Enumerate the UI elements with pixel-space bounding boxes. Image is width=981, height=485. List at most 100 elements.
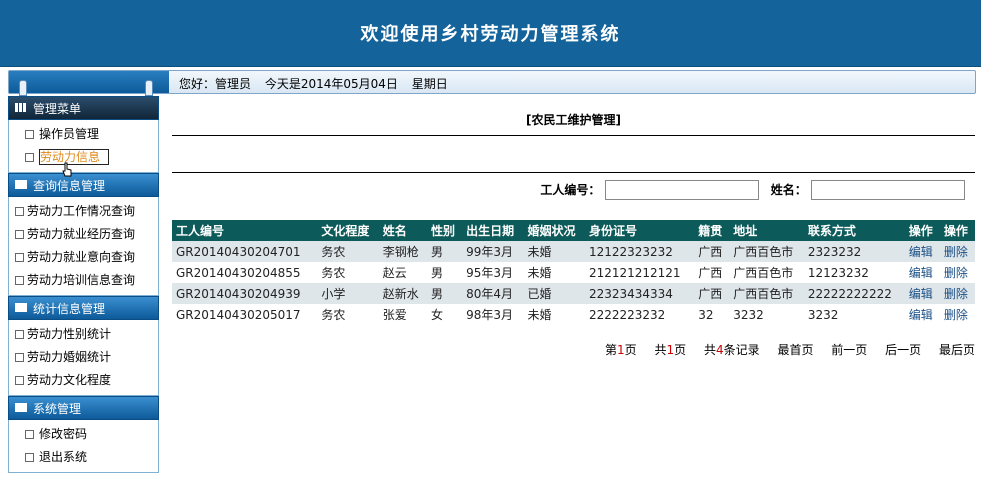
sidebar-item-label: 劳动力信息: [39, 149, 110, 165]
sidebar-item-gender-stats[interactable]: 劳动力性别统计: [9, 323, 158, 346]
prev-page-link[interactable]: 前一页: [831, 343, 867, 357]
sidebar-item-label: 劳动力文化程度: [27, 373, 112, 387]
table-row: GR20140430204939 小学 赵新水 男 80年4月 已婚 22323…: [172, 283, 975, 304]
sidebar-item-operator[interactable]: 操作员管理: [9, 123, 158, 146]
cell-education: 务农: [317, 241, 379, 262]
cell-worker-id: GR20140430205017: [176, 307, 301, 322]
col-header: 身份证号: [584, 220, 695, 241]
cell-education: 小学: [317, 283, 379, 304]
cell-marital: 已婚: [523, 283, 585, 304]
col-header: 工人编号: [172, 220, 318, 241]
sidebar-item-change-password[interactable]: 修改密码: [9, 423, 158, 446]
date-text: 今天是2014年05月04日: [264, 77, 398, 91]
cell-name: 张爱: [382, 308, 407, 322]
cell-hometown: 32: [698, 307, 714, 322]
page-icon: [25, 130, 34, 139]
cell-birth: 99年3月: [462, 241, 524, 262]
sidebar-item-education-stats[interactable]: 劳动力文化程度: [9, 369, 158, 392]
records-prefix: 共: [703, 343, 716, 357]
edit-link[interactable]: 编辑: [909, 308, 933, 322]
total-prefix: 共: [654, 343, 667, 357]
cell-marital: 未婚: [527, 266, 552, 280]
col-header: 姓名: [378, 220, 428, 241]
sidebar-item-label: 退出系统: [39, 450, 88, 464]
greeting-line: 您好：管理员 今天是2014年05月04日 星期日: [179, 75, 458, 92]
sidebar-item-work-query[interactable]: 劳动力工作情况查询: [9, 200, 158, 223]
greeting-text: 您好：管理员: [179, 77, 252, 91]
cell-birth: 98年3月: [466, 308, 514, 322]
page-title: [农民工维护管理]: [526, 113, 621, 127]
col-header: 联系方式: [803, 220, 905, 241]
menu-group-title: 系统管理: [33, 402, 82, 416]
sidebar-item-label: 操作员管理: [39, 127, 100, 141]
sidebar-item-logout[interactable]: 退出系统: [9, 446, 158, 469]
app-title: 欢迎使用乡村劳动力管理系统: [360, 24, 621, 45]
menu-group-title: 统计信息管理: [33, 302, 106, 316]
edit-link[interactable]: 编辑: [909, 287, 933, 301]
cell-worker-id: GR20140430204701: [172, 241, 318, 262]
cell-id-number: 212121212121: [588, 265, 681, 280]
col-header: 操作: [904, 220, 940, 241]
delete-link[interactable]: 删除: [944, 308, 968, 322]
sidebar-item-label: 劳动力就业经历查询: [27, 227, 136, 241]
sidebar-item-label: 劳动力婚姻统计: [27, 350, 112, 364]
sidebar-item-history-query[interactable]: 劳动力就业经历查询: [9, 223, 158, 246]
cell-id-number: 2222223232: [588, 307, 666, 322]
last-page-link[interactable]: 最后页: [939, 343, 975, 357]
name-label: 姓名：: [770, 182, 807, 197]
table-row: GR20140430205017 务农 张爱 女 98年3月 未婚 222222…: [172, 304, 975, 325]
next-page-link[interactable]: 后一页: [885, 343, 921, 357]
edit-link[interactable]: 编辑: [909, 266, 933, 280]
worker-id-input[interactable]: [604, 180, 759, 200]
sidebar-item-label: 劳动力培训信息查询: [27, 273, 136, 287]
hook-icon: [145, 80, 153, 96]
cell-id-number: 22323434334: [584, 283, 695, 304]
hook-icon: [19, 80, 27, 96]
delete-link[interactable]: 删除: [944, 287, 968, 301]
cell-worker-id: GR20140430204855: [176, 265, 301, 280]
cell-education: 务农: [321, 308, 346, 322]
menu-group-body: 劳动力性别统计 劳动力婚姻统计 劳动力文化程度: [8, 320, 159, 396]
cell-contact: 22222222222: [803, 283, 905, 304]
col-header: 地址: [729, 220, 804, 241]
cell-contact: 3232: [807, 307, 839, 322]
search-bar: 工人编号： 姓名：: [532, 180, 965, 200]
page-suffix: 页: [624, 343, 637, 357]
menu-group-header[interactable]: 系统管理: [8, 396, 159, 420]
col-header: 婚姻状况: [523, 220, 585, 241]
edit-link[interactable]: 编辑: [909, 245, 933, 259]
menu-group-header[interactable]: 统计信息管理: [8, 296, 159, 320]
menu-group-body: 劳动力工作情况查询 劳动力就业经历查询 劳动力就业意向查询 劳动力培训信息查询: [8, 197, 159, 296]
sidebar-item-labor-info[interactable]: 劳动力信息: [9, 146, 158, 169]
menu-group-title: 查询信息管理: [33, 179, 106, 193]
worker-table: 工人编号 文化程度 姓名 性别 出生日期 婚姻状况 身份证号 籍贯 地址 联系方…: [172, 220, 975, 325]
menu-group-header[interactable]: 管理菜单: [8, 96, 159, 120]
cell-address: 3232: [733, 307, 764, 322]
page-icon: [15, 376, 24, 385]
col-header: 出生日期: [462, 220, 524, 241]
sidebar-item-label: 劳动力工作情况查询: [27, 204, 136, 218]
sidebar-item-marriage-stats[interactable]: 劳动力婚姻统计: [9, 346, 158, 369]
page-icon: [25, 153, 34, 162]
cell-gender: 男: [427, 283, 463, 304]
cell-address: 广西百色市: [733, 266, 794, 280]
table-header-row: 工人编号 文化程度 姓名 性别 出生日期 婚姻状况 身份证号 籍贯 地址 联系方…: [172, 220, 975, 241]
sidebar-item-training-query[interactable]: 劳动力培训信息查询: [9, 269, 158, 292]
col-header: 操作: [939, 220, 975, 241]
page-icon: [15, 207, 24, 216]
delete-link[interactable]: 删除: [944, 245, 968, 259]
header-banner: 欢迎使用乡村劳动力管理系统: [0, 0, 981, 67]
total-pages: 共1页: [654, 343, 686, 357]
worker-id-label: 工人编号：: [540, 182, 601, 197]
col-header: 籍贯: [694, 220, 730, 241]
menu-group-header[interactable]: 查询信息管理: [8, 173, 159, 197]
records-suffix: 条记录: [723, 343, 760, 357]
cell-address: 广西百色市: [729, 241, 804, 262]
divider: [172, 172, 975, 173]
page-icon: [15, 353, 24, 362]
sidebar-item-intent-query[interactable]: 劳动力就业意向查询: [9, 246, 158, 269]
delete-link[interactable]: 删除: [944, 266, 968, 280]
cell-gender: 男: [427, 241, 463, 262]
first-page-link[interactable]: 最首页: [777, 343, 813, 357]
name-input[interactable]: [811, 180, 965, 200]
